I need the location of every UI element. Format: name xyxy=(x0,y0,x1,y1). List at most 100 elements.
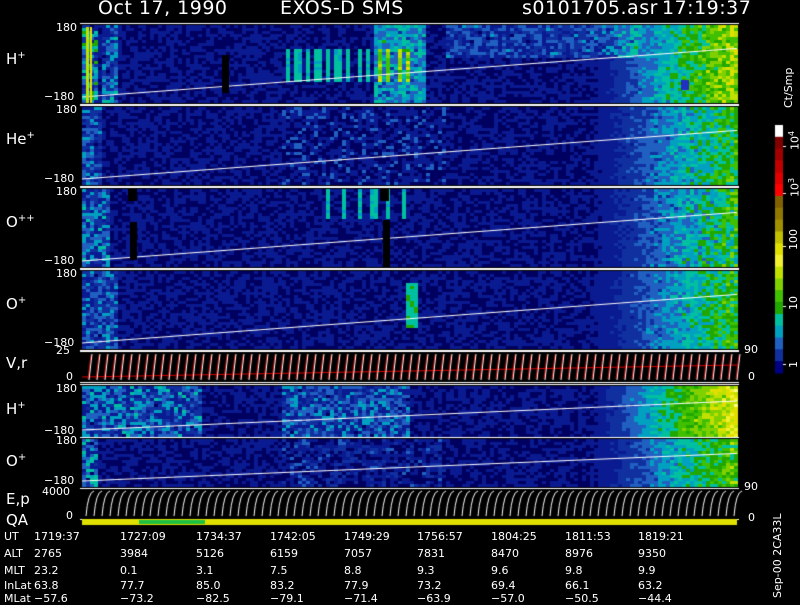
table-cell: 3.1 xyxy=(196,564,214,577)
table-cell: 0.1 xyxy=(120,564,138,577)
table-cell: 5126 xyxy=(196,547,224,560)
panel-label-text: E,p xyxy=(6,490,30,508)
table-cell: 6159 xyxy=(270,547,298,560)
colorbar-tick: 103 xyxy=(787,177,800,197)
table-cell: 2765 xyxy=(34,547,62,560)
panel-label-text: O xyxy=(6,213,18,231)
table-cell: −73.2 xyxy=(120,592,154,605)
table-cell: 63.2 xyxy=(638,579,663,592)
spectrogram-canvas xyxy=(0,0,800,600)
colorbar-tick: 100 xyxy=(787,229,800,250)
table-cell: 1734:37 xyxy=(196,530,242,543)
panel-label-sup: + xyxy=(17,295,27,306)
table-cell: 8.8 xyxy=(344,564,362,577)
panel-label-1: He+ xyxy=(6,130,35,148)
y-tick-max: 180 xyxy=(56,267,77,280)
header-file: s0101705.asr xyxy=(522,0,658,19)
table-cell: −44.4 xyxy=(638,592,672,605)
table-cell: 8976 xyxy=(565,547,593,560)
table-cell: −57.0 xyxy=(491,592,525,605)
table-cell: −82.5 xyxy=(196,592,230,605)
vr-right-top: 90 xyxy=(744,343,758,356)
table-cell: 73.2 xyxy=(417,579,442,592)
table-cell: 1749:29 xyxy=(344,530,390,543)
colorbar-unit: Ct/Smp xyxy=(782,67,795,108)
ep-right-top: 90 xyxy=(744,480,758,493)
table-cell: 7.5 xyxy=(270,564,288,577)
y-tick-max: 180 xyxy=(56,382,77,395)
table-cell: −63.9 xyxy=(417,592,451,605)
table-row-label: ALT xyxy=(4,547,23,560)
table-cell: 7057 xyxy=(344,547,372,560)
panel-label-3: O+ xyxy=(6,295,26,313)
panel-label-text: O xyxy=(6,295,18,313)
panel-label-4: V,r xyxy=(6,354,27,372)
table-cell: 9.3 xyxy=(417,564,435,577)
table-cell: 1742:05 xyxy=(270,530,316,543)
header-date: Oct 17, 1990 xyxy=(98,0,228,19)
panel-label-text: QA xyxy=(6,511,29,529)
y-tick-min: 0 xyxy=(66,509,73,522)
table-cell: 7831 xyxy=(417,547,445,560)
table-cell: 1727:09 xyxy=(120,530,166,543)
table-cell: 9350 xyxy=(638,547,666,560)
table-cell: −71.4 xyxy=(344,592,378,605)
y-tick-min: −180 xyxy=(44,172,75,185)
panel-label-text: O xyxy=(6,452,18,470)
table-cell: 1719:37 xyxy=(34,530,80,543)
panel-label-text: H xyxy=(6,50,18,68)
panel-label-sup: + xyxy=(26,130,35,141)
panel-label-0: H+ xyxy=(6,50,26,68)
vr-right-bottom: 0 xyxy=(748,370,755,383)
panel-label-5: H+ xyxy=(6,400,26,418)
table-row-label: UT xyxy=(4,530,19,543)
panel-label-sup: + xyxy=(17,400,26,411)
table-cell: 69.4 xyxy=(491,579,516,592)
table-cell: 63.8 xyxy=(34,579,59,592)
table-cell: 1804:25 xyxy=(491,530,537,543)
table-cell: 1811:53 xyxy=(565,530,611,543)
panel-label-2: O++ xyxy=(6,213,35,231)
table-cell: 66.1 xyxy=(565,579,590,592)
panel-label-sup: ++ xyxy=(17,213,35,224)
table-cell: 9.8 xyxy=(565,564,583,577)
table-row-label: InLat xyxy=(4,579,32,592)
panel-label-sup: + xyxy=(17,50,26,61)
y-tick-max: 180 xyxy=(56,103,77,116)
table-cell: 9.9 xyxy=(638,564,656,577)
panel-label-text: He xyxy=(6,130,27,148)
table-cell: −57.6 xyxy=(34,592,68,605)
colorbar-tick: 104 xyxy=(787,130,800,150)
panel-label-7: E,p xyxy=(6,490,30,508)
table-row-label: MLat xyxy=(4,592,31,605)
table-cell: 3984 xyxy=(120,547,148,560)
y-tick-max: 25 xyxy=(56,344,70,357)
colorbar-tick: 1 xyxy=(787,361,800,368)
table-row-label: MLT xyxy=(4,564,25,577)
y-tick-max: 180 xyxy=(56,185,77,198)
table-cell: 1756:57 xyxy=(417,530,463,543)
table-cell: 1819:21 xyxy=(638,530,684,543)
table-cell: 9.6 xyxy=(491,564,509,577)
colorbar-tick: 10 xyxy=(787,296,800,310)
table-cell: 77.7 xyxy=(120,579,145,592)
table-cell: 83.2 xyxy=(270,579,295,592)
y-tick-max: 180 xyxy=(56,434,77,447)
table-cell: 23.2 xyxy=(34,564,59,577)
panel-label-text: V,r xyxy=(6,354,28,372)
table-cell: 8470 xyxy=(491,547,519,560)
y-tick-min: −180 xyxy=(44,254,75,267)
y-tick-max: 4000 xyxy=(42,485,70,498)
table-cell: −50.5 xyxy=(565,592,599,605)
footer-vertical: Sep-00 2CA33L xyxy=(771,513,784,598)
table-cell: −79.1 xyxy=(270,592,304,605)
panel-label-8: QA xyxy=(6,511,28,529)
table-cell: 77.9 xyxy=(344,579,369,592)
table-cell: 85.0 xyxy=(196,579,221,592)
ep-right-bottom: 0 xyxy=(748,511,755,524)
header-time: 17:19:37 xyxy=(662,0,752,19)
y-tick-min: −180 xyxy=(44,90,75,103)
panel-label-text: H xyxy=(6,400,18,418)
y-tick-max: 180 xyxy=(56,21,77,34)
panel-label-6: O+ xyxy=(6,452,26,470)
